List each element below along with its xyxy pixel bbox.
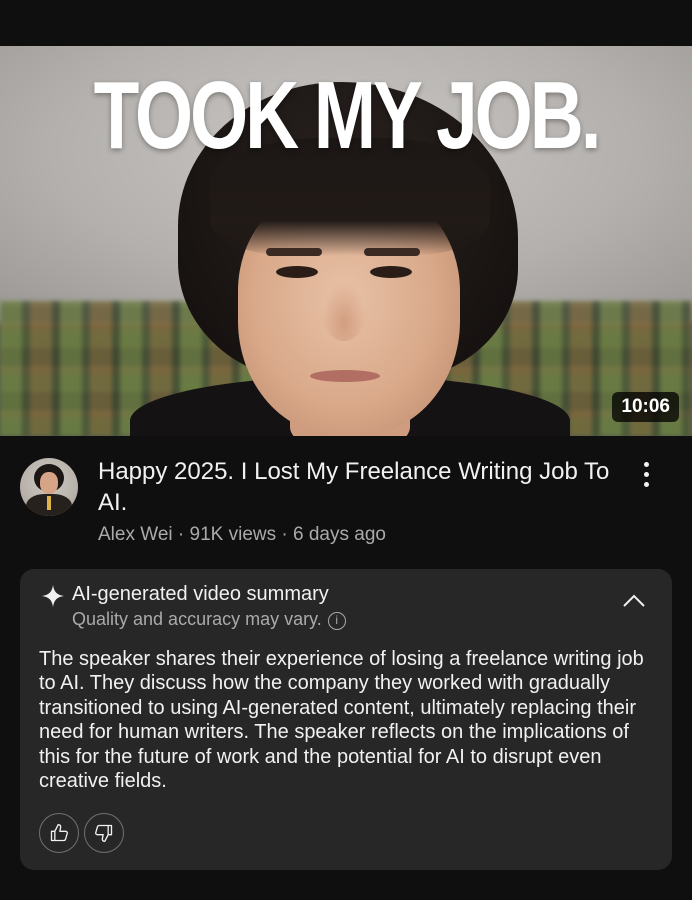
- video-meta: Happy 2025. I Lost My Freelance Writing …: [0, 436, 692, 566]
- summary-disclaimer: Quality and accuracy may vary. i: [72, 609, 346, 630]
- video-submeta: Alex Wei · 91K views · 6 days ago: [98, 524, 386, 546]
- summary-body: The speaker shares their experience of l…: [39, 648, 644, 793]
- chevron-up-icon[interactable]: [620, 591, 648, 611]
- view-count: 91K views: [189, 524, 277, 545]
- thumbnail-brow: [266, 248, 322, 256]
- avatar-face: [40, 472, 58, 494]
- thumbs-down-icon: [95, 824, 113, 842]
- thumbnail-headline: TOOK MY JOB.: [93, 62, 602, 169]
- ai-summary-card: AI-generated video summary Quality and a…: [20, 569, 672, 870]
- avatar-tie: [47, 496, 51, 510]
- video-title[interactable]: Happy 2025. I Lost My Freelance Writing …: [98, 456, 618, 518]
- thumbnail-brow: [364, 248, 420, 256]
- thumbnail-mouth: [310, 370, 380, 382]
- bottom-area: [0, 870, 692, 900]
- channel-name[interactable]: Alex Wei: [98, 524, 173, 545]
- more-options-icon[interactable]: [634, 458, 658, 492]
- summary-subtitle: Quality and accuracy may vary.: [72, 609, 322, 629]
- top-bar: [0, 0, 692, 46]
- summary-title: AI-generated video summary: [72, 583, 329, 605]
- duration-badge: 10:06: [612, 392, 679, 422]
- thumbs-up-icon: [50, 824, 69, 842]
- thumbnail-nose: [322, 281, 366, 341]
- upload-age: 6 days ago: [293, 524, 386, 545]
- channel-avatar[interactable]: [20, 458, 78, 516]
- info-icon[interactable]: i: [327, 612, 346, 630]
- thumbnail-eye: [276, 266, 318, 278]
- meta-separator: ·: [172, 524, 190, 545]
- thumbs-up-button[interactable]: [39, 813, 79, 853]
- thumbnail-eye: [370, 266, 412, 278]
- video-thumbnail[interactable]: TOOK MY JOB. 10:06: [0, 46, 692, 436]
- thumbs-down-button[interactable]: [84, 813, 124, 853]
- meta-separator: ·: [276, 524, 294, 545]
- sparkle-icon: [42, 585, 64, 607]
